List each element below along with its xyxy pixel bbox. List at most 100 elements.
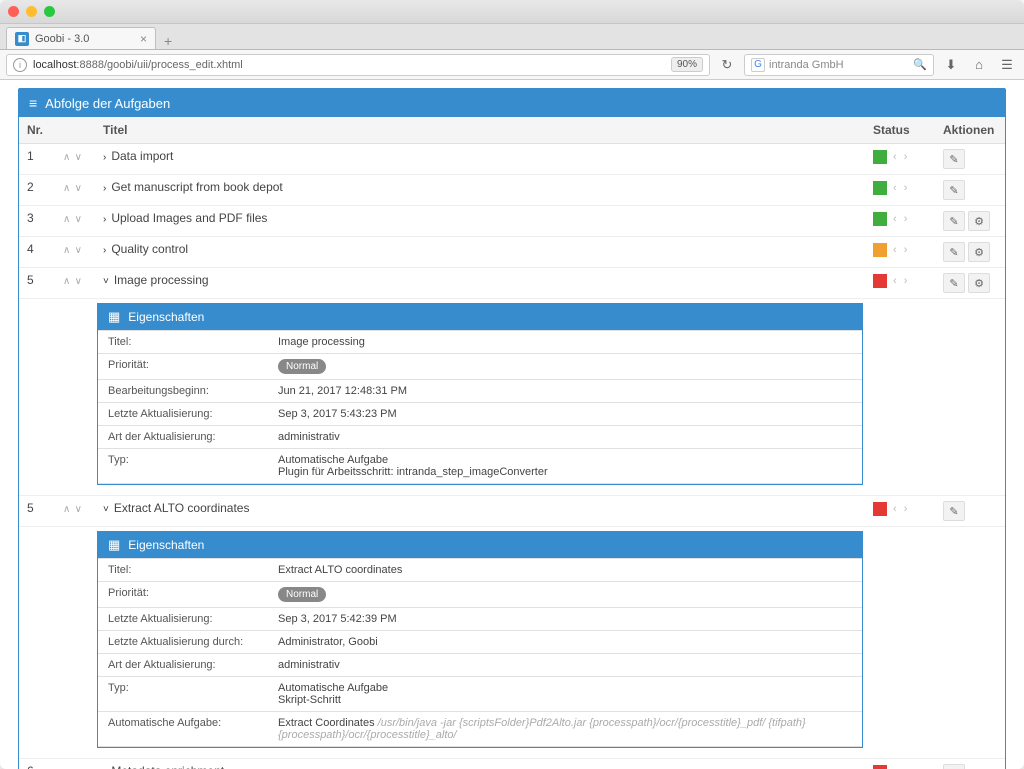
task-title-cell[interactable]: ›Data import (95, 144, 865, 175)
chevron-right-icon[interactable]: › (103, 152, 106, 163)
panel-title: Abfolge der Aufgaben (45, 96, 170, 111)
reorder-controls[interactable]: ∧ ∨ (55, 268, 95, 299)
task-status: ‹ › (865, 759, 935, 769)
configure-button[interactable] (968, 211, 990, 231)
status-pager[interactable]: ‹ › (893, 275, 909, 287)
task-title: Quality control (111, 242, 188, 256)
status-pager[interactable]: ‹ › (893, 213, 909, 225)
mac-titlebar (0, 0, 1024, 24)
property-value: Automatische AufgabeSkript-Schritt (268, 677, 862, 712)
configure-button[interactable] (968, 273, 990, 293)
address-bar[interactable]: i localhost:8888/goobi/uii/process_edit.… (6, 54, 710, 76)
reorder-controls[interactable]: ∧ ∨ (55, 144, 95, 175)
properties-cell: EigenschaftenTitel:Extract ALTO coordina… (95, 527, 865, 759)
property-value: Jun 21, 2017 12:48:31 PM (268, 380, 862, 403)
priority-badge: Normal (278, 359, 326, 374)
property-key: Typ: (98, 449, 268, 484)
property-row: Priorität:Normal (98, 354, 862, 380)
property-key: Bearbeitungsbeginn: (98, 380, 268, 403)
edit-button[interactable] (943, 501, 965, 521)
edit-button[interactable] (943, 211, 965, 231)
minimize-window-button[interactable] (26, 6, 37, 17)
new-tab-button[interactable]: + (156, 33, 180, 49)
reorder-controls[interactable]: ∧ ∨ (55, 496, 95, 527)
property-row: Titel:Image processing (98, 331, 862, 354)
home-icon[interactable]: ⌂ (968, 54, 990, 76)
site-info-icon[interactable]: i (13, 58, 27, 72)
search-engine-box[interactable]: G intranda GmbH 🔍 (744, 54, 934, 76)
reorder-controls[interactable]: ∧ ∨ (55, 759, 95, 769)
property-key: Priorität: (98, 582, 268, 608)
move-up-icon[interactable]: ∧ (63, 276, 71, 287)
task-status: ‹ › (865, 237, 935, 268)
chevron-right-icon[interactable]: › (103, 183, 106, 194)
move-down-icon[interactable]: ∨ (75, 245, 83, 256)
search-icon[interactable]: 🔍 (913, 58, 927, 71)
status-box-green (873, 150, 887, 164)
close-window-button[interactable] (8, 6, 19, 17)
properties-title: Eigenschaften (128, 538, 204, 552)
reorder-controls[interactable]: ∧ ∨ (55, 237, 95, 268)
zoom-level[interactable]: 90% (671, 57, 703, 72)
edit-button[interactable] (943, 242, 965, 262)
edit-button[interactable] (943, 764, 965, 769)
browser-tab-active[interactable]: ◧ Goobi - 3.0 × (6, 27, 156, 49)
edit-button[interactable] (943, 149, 965, 169)
move-down-icon[interactable]: ∨ (75, 152, 83, 163)
pencil-icon (949, 246, 958, 259)
status-box-green (873, 181, 887, 195)
status-pager[interactable]: ‹ › (893, 182, 909, 194)
reorder-controls[interactable]: ∧ ∨ (55, 175, 95, 206)
chevron-down-icon[interactable]: ˅ (103, 276, 109, 287)
tab-strip: ◧ Goobi - 3.0 × + (0, 24, 1024, 50)
move-down-icon[interactable]: ∨ (75, 214, 83, 225)
property-value: Extract ALTO coordinates (268, 559, 862, 582)
status-pager[interactable]: ‹ › (893, 503, 909, 515)
col-status: Status (865, 117, 935, 144)
move-up-icon[interactable]: ∧ (63, 245, 71, 256)
chevron-right-icon[interactable]: › (103, 214, 106, 225)
move-up-icon[interactable]: ∧ (63, 504, 71, 515)
move-up-icon[interactable]: ∧ (63, 214, 71, 225)
property-row: Priorität:Normal (98, 582, 862, 608)
property-key: Automatische Aufgabe: (98, 712, 268, 747)
task-status: ‹ › (865, 496, 935, 527)
close-tab-icon[interactable]: × (140, 32, 147, 46)
maximize-window-button[interactable] (44, 6, 55, 17)
property-line: Skript-Schritt (278, 694, 852, 706)
traffic-lights (8, 6, 55, 17)
move-up-icon[interactable]: ∧ (63, 152, 71, 163)
task-title-cell[interactable]: › Quality control (95, 237, 865, 268)
task-title-cell[interactable]: ›Get manuscript from book depot (95, 175, 865, 206)
status-pager[interactable]: ‹ › (893, 151, 909, 163)
pencil-icon (949, 505, 958, 518)
property-key: Letzte Aktualisierung: (98, 403, 268, 426)
move-down-icon[interactable]: ∨ (75, 276, 83, 287)
move-down-icon[interactable]: ∨ (75, 183, 83, 194)
configure-button[interactable] (968, 242, 990, 262)
task-title-cell[interactable]: ˅Image processing (95, 268, 865, 299)
chevron-down-icon[interactable]: ˅ (103, 504, 109, 515)
reorder-controls[interactable]: ∧ ∨ (55, 206, 95, 237)
property-value: Image processing (268, 331, 862, 354)
property-value: Automatische AufgabePlugin für Arbeitssc… (268, 449, 862, 484)
task-nr: 5 (19, 268, 55, 299)
property-key: Art der Aktualisierung: (98, 426, 268, 449)
gear-icon (974, 215, 984, 228)
reload-icon[interactable]: ↻ (716, 54, 738, 76)
chevron-right-icon[interactable]: › (103, 245, 106, 256)
task-title-cell[interactable]: ˅Extract ALTO coordinates (95, 496, 865, 527)
page-content: Abfolge der Aufgaben Nr. Titel Status Ak… (0, 80, 1024, 769)
task-title-cell[interactable]: ›Upload Images and PDF files (95, 206, 865, 237)
downloads-icon[interactable]: ⬇ (940, 54, 962, 76)
property-row: Art der Aktualisierung:administrativ (98, 654, 862, 677)
status-pager[interactable]: ‹ › (893, 244, 909, 256)
property-line: Automatische Aufgabe (278, 454, 852, 466)
move-up-icon[interactable]: ∧ (63, 183, 71, 194)
task-title-cell[interactable]: ›Metadata enrichment (95, 759, 865, 769)
properties-panel: EigenschaftenTitel:Extract ALTO coordina… (97, 531, 863, 748)
edit-button[interactable] (943, 273, 965, 293)
edit-button[interactable] (943, 180, 965, 200)
menu-icon[interactable]: ☰ (996, 54, 1018, 76)
move-down-icon[interactable]: ∨ (75, 504, 83, 515)
